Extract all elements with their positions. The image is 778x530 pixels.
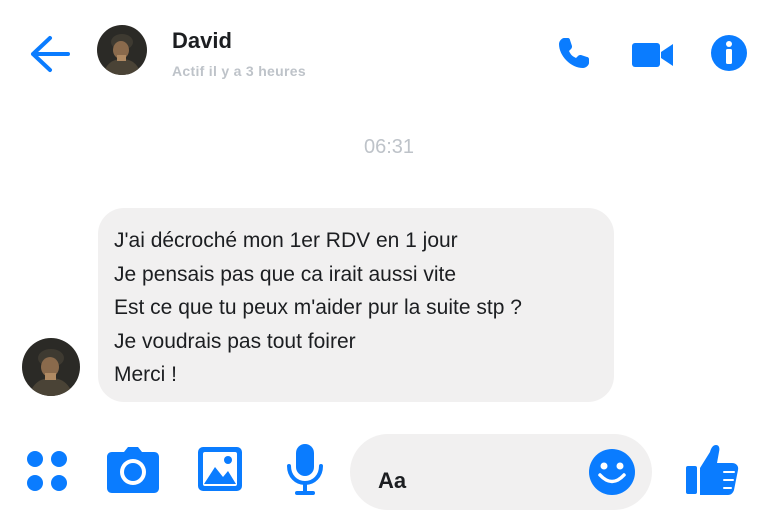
smiley-icon — [589, 449, 635, 495]
video-call-button[interactable] — [631, 37, 675, 75]
back-button[interactable] — [28, 34, 72, 74]
info-icon — [711, 35, 747, 71]
contact-avatar[interactable] — [97, 25, 147, 75]
emoji-button[interactable] — [588, 448, 636, 496]
avatar-photo — [97, 25, 147, 75]
message-line: J'ai décroché mon 1er RDV en 1 jour — [114, 229, 458, 252]
contact-name: David — [172, 28, 232, 53]
voice-message-button[interactable] — [285, 442, 325, 498]
four-dots-icon — [27, 451, 67, 491]
message-input-placeholder: Aa — [378, 468, 407, 493]
message-timestamp: 06:31 — [363, 136, 415, 158]
image-icon — [198, 447, 242, 491]
audio-call-button[interactable] — [555, 34, 593, 72]
arrow-left-icon — [31, 36, 70, 72]
microphone-icon — [287, 444, 323, 495]
sender-avatar[interactable] — [22, 338, 80, 396]
conversation-header: David Actif il y a 3 heures — [0, 0, 778, 110]
more-actions-button[interactable] — [25, 449, 69, 493]
message-line: Je pensais pas que ca irait aussi vite — [114, 262, 457, 286]
avatar-photo — [22, 338, 80, 396]
contact-status: Actif il y a 3 heures — [172, 63, 306, 79]
message-line: Merci ! — [114, 363, 177, 386]
like-button[interactable] — [684, 442, 740, 498]
message-line: Je voudrais pas tout foirer — [114, 329, 356, 353]
phone-icon — [559, 38, 589, 68]
message-bubble[interactable]: J'ai décroché mon 1er RDV en 1 jour Je p… — [98, 208, 614, 402]
thumbs-up-icon — [686, 445, 739, 495]
message-line: Est ce que tu peux m'aider pur la suite … — [114, 296, 522, 319]
camera-icon — [107, 447, 159, 493]
gallery-button[interactable] — [197, 445, 243, 493]
message-input[interactable]: Aa — [350, 434, 652, 510]
video-camera-icon — [632, 43, 673, 67]
camera-button[interactable] — [106, 446, 160, 494]
info-button[interactable] — [710, 34, 748, 72]
